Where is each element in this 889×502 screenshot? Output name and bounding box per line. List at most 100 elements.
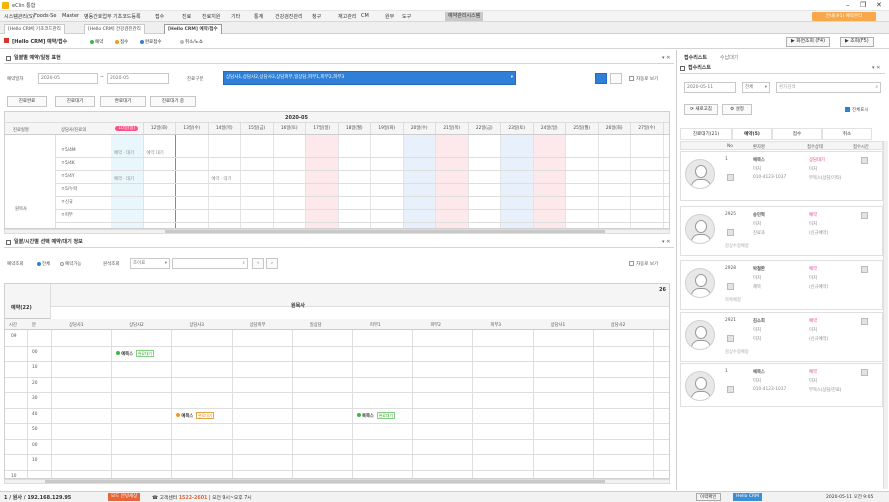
appointment-2[interactable]: 복목스 완료대기 [357, 411, 395, 419]
list-v-scrollbar[interactable] [883, 141, 888, 489]
day-body-9[interactable] [403, 135, 436, 228]
menu-item-7[interactable]: 진료지원 [202, 13, 220, 20]
dept-select[interactable]: 상담사1,상담사2,상담사3,상담피부,일상담,피부1,피부2,피부3 ▾ [223, 71, 516, 85]
card-doc-icon-4[interactable] [861, 369, 868, 376]
view-button[interactable]: ▶ 화면조회 (F4) [786, 37, 830, 47]
grid-view-icon[interactable] [595, 73, 607, 84]
right-sub-title[interactable]: 수납대기 [720, 54, 738, 61]
day-col-15[interactable]: 26일(화) [599, 123, 631, 134]
menu-item-14[interactable]: 원무 [385, 13, 394, 20]
setting-button[interactable]: ⚙ 설정 [722, 104, 752, 115]
card-calendar-icon-4[interactable] [727, 386, 734, 393]
day-col-16[interactable]: 27일(수) [631, 123, 664, 134]
day-col-10[interactable]: 21일(목) [436, 123, 469, 134]
menu-item-2[interactable]: Master [62, 13, 79, 19]
schedule-cell-2[interactable]: 예약 · 대기 [114, 176, 134, 182]
radio-all[interactable]: 전체 [37, 261, 50, 267]
patient-search-input[interactable]: 환자검색 ⌕ [776, 82, 881, 93]
patient-card-1[interactable]: 2925 송민혁 예약 미처 미처 진료과 (신규예약) 감상수정예정 [680, 206, 883, 256]
filter-btn-2[interactable]: 완료대기 [100, 96, 146, 107]
day-col-0[interactable]: 10일(일) [111, 123, 144, 134]
doctor-select[interactable]: 조이표 ▾ [130, 258, 170, 269]
day-body-3[interactable] [208, 135, 241, 228]
menu-item-4[interactable]: 기초코드등록 [113, 13, 141, 20]
menu-item-6[interactable]: 진료 [182, 13, 191, 20]
card-calendar-icon-2[interactable] [727, 283, 734, 290]
day-col-8[interactable]: 19일(화) [371, 123, 404, 134]
menu-item-8[interactable]: 기타 [231, 13, 240, 20]
day-col-4[interactable]: 15일(금) [241, 123, 274, 134]
menu-item-0[interactable]: 시스템관리(S) [4, 13, 34, 20]
day-body-15[interactable] [598, 135, 631, 228]
menu-item-9[interactable]: 통계 [254, 13, 263, 20]
prev-button[interactable]: ‹ [252, 258, 264, 269]
menu-item-11[interactable]: 청구 [312, 13, 321, 20]
doctor-search-input[interactable]: ⌕ [172, 258, 248, 269]
detail-auto-checkbox[interactable]: 자동로 보기 [629, 261, 658, 267]
list-date-field[interactable]: 2020-05-11 [684, 82, 736, 93]
day-body-5[interactable] [273, 135, 306, 228]
patient-card-4[interactable]: 1 예목스 예약 미처 미처 010-4123-1037 부목스(상담/진료) [680, 363, 883, 407]
card-calendar-icon-3[interactable] [727, 335, 734, 342]
date-from-field[interactable]: 2020-05 [38, 73, 98, 84]
day-body-13[interactable] [533, 135, 566, 228]
menu-item-13[interactable]: CM [361, 13, 369, 19]
pin-icon[interactable]: ▾ ✕ [872, 63, 880, 74]
day-col-11[interactable]: 22일(금) [469, 123, 501, 134]
appointment-1[interactable]: 예목스 완료대기 [176, 411, 215, 419]
day-col-1[interactable]: 12일(화) [144, 123, 176, 134]
day-col-2[interactable]: 13일(수) [176, 123, 209, 134]
close-icon[interactable]: ✕ [876, 1, 882, 10]
detail-h-scrollbar[interactable] [4, 479, 670, 484]
day-col-3[interactable]: 14일(목) [209, 123, 241, 134]
list-view-icon[interactable] [610, 73, 622, 84]
menu-item-15[interactable]: 도구 [402, 13, 411, 20]
filter-btn-1[interactable]: 진료대기 [55, 96, 95, 107]
pin-icon[interactable]: ▾ ✕ [662, 237, 670, 248]
schedule-cell-3[interactable]: 예약 · 대기 [212, 176, 232, 182]
day-body-7[interactable] [338, 135, 371, 228]
tab-code[interactable]: [Hello CRM] 기초코드관리 [4, 24, 65, 34]
list-filter-select[interactable]: 전체 ▾ [742, 82, 770, 93]
menu-item-5[interactable]: 접수 [155, 13, 164, 20]
minimize-icon[interactable]: – [846, 1, 850, 10]
day-body-6[interactable] [306, 135, 339, 228]
rtab-receipt[interactable]: 접수 [772, 128, 822, 140]
pin-icon[interactable]: ▾ ✕ [662, 53, 670, 64]
auto-view-checkbox[interactable]: 자동로 보기 [629, 76, 658, 82]
day-col-14[interactable]: 25일(월) [566, 123, 599, 134]
card-doc-icon-1[interactable] [861, 212, 868, 219]
day-col-13[interactable]: 24일(일) [534, 123, 566, 134]
filter-btn-3[interactable]: 진료대기 중 [150, 96, 196, 107]
card-calendar-icon-1[interactable] [727, 229, 734, 236]
menu-item-16[interactable]: 예약관리시스템 [445, 12, 484, 21]
panel-divider[interactable] [676, 50, 677, 490]
menu-item-3[interactable]: 병동간호업무 [84, 13, 112, 20]
card-calendar-icon-0[interactable] [727, 174, 734, 181]
patient-card-3[interactable]: 2921 김소희 예약 미처 미처 미처 (신규예약) 감상수정예정 [680, 312, 883, 362]
day-col-9[interactable]: 20일(수) [404, 123, 436, 134]
patient-card-2[interactable]: 2928 박철환 예약 미처 미처 제목 (신규예약) 목록예정 [680, 260, 883, 310]
day-col-12[interactable]: 23일(토) [501, 123, 534, 134]
appointment-0[interactable]: 예목스 완료대기 [116, 349, 155, 357]
date-to-field[interactable]: 2020-05 [107, 73, 169, 84]
menu-item-1[interactable]: Foods·Se [34, 13, 56, 19]
card-doc-icon-2[interactable] [861, 266, 868, 273]
day-col-5[interactable]: 16일(토) [274, 123, 306, 134]
day-col-7[interactable]: 18일(월) [339, 123, 371, 134]
card-doc-icon-0[interactable] [861, 157, 868, 164]
search-button[interactable]: ▶ 조회(F5) [840, 37, 874, 47]
menu-item-10[interactable]: 건강검진관리 [275, 13, 303, 20]
day-body-12[interactable] [501, 135, 534, 228]
day-body-2[interactable] [176, 135, 209, 228]
restore-icon[interactable]: ❐ [860, 1, 866, 10]
schedule-cell-0[interactable]: 예약 · 대기 [114, 150, 134, 156]
day-body-10[interactable] [436, 135, 469, 228]
filter-btn-0[interactable]: 진료완료 [7, 96, 47, 107]
day-body-14[interactable] [566, 135, 599, 228]
menu-item-12[interactable]: 재고관리 [338, 13, 356, 20]
tab-checkup[interactable]: [Hello CRM] 건강검진관리 [84, 24, 145, 34]
refresh-button[interactable]: ⟳ 새로고침 [684, 104, 718, 115]
show-all-checkbox[interactable]: 전체표시 [845, 107, 869, 113]
rtab-cancel[interactable]: 취소 [822, 128, 872, 140]
